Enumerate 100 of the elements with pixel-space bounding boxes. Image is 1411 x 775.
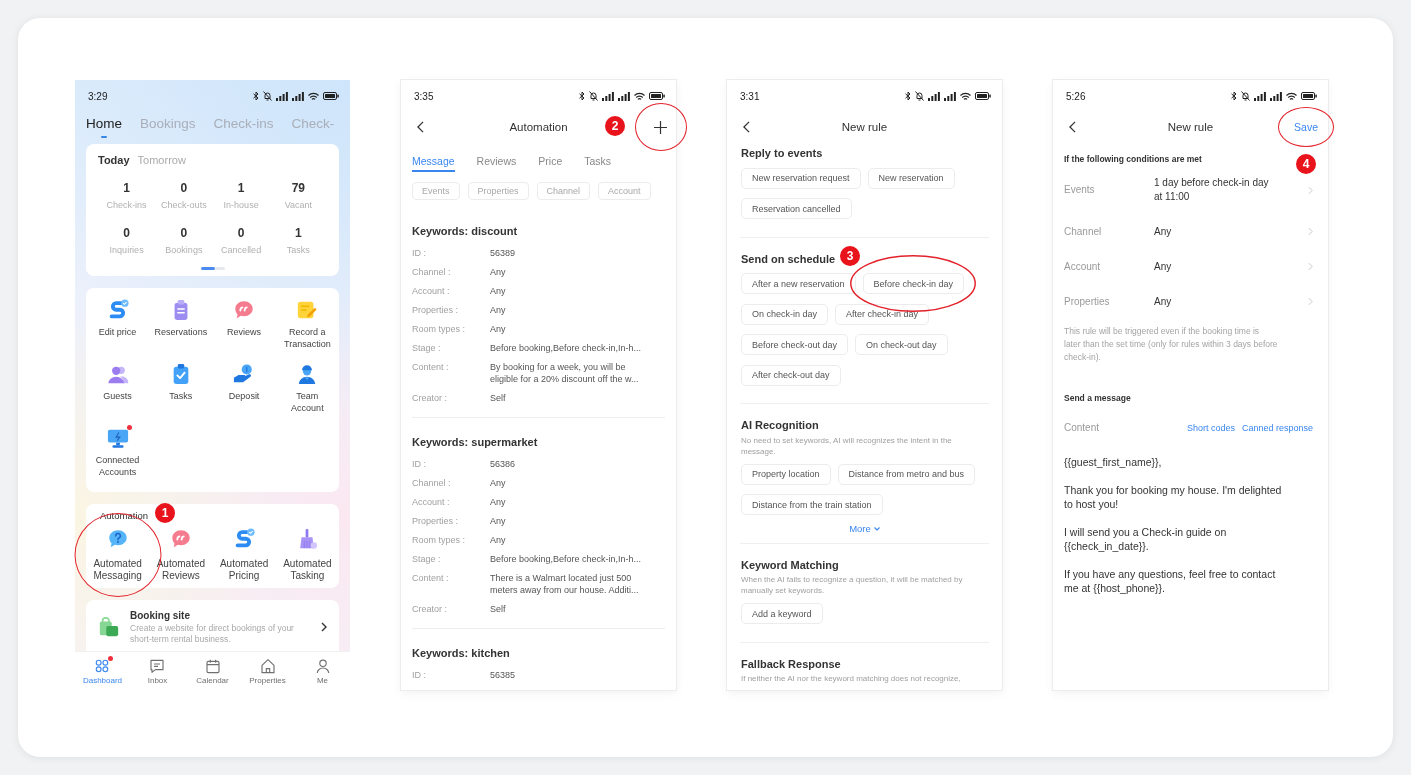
stat-value: 79 xyxy=(291,181,306,195)
condition-value[interactable]: Any xyxy=(1154,259,1172,274)
condition-value[interactable]: Any xyxy=(1154,294,1172,309)
tab[interactable]: Home xyxy=(86,112,122,140)
option-chip[interactable]: Before check-in day xyxy=(862,273,965,294)
monitor-icon xyxy=(106,427,129,449)
option-chip[interactable]: Distance from the train station xyxy=(741,494,883,515)
stat-value: 0 xyxy=(237,226,245,240)
hint-text: This rule will be triggered even if the booking time is later than the set time (only for rules within 3 days before check-in). xyxy=(1064,324,1278,364)
option-chip[interactable]: On check-in day xyxy=(741,303,829,325)
condition-label: Account xyxy=(1064,259,1101,274)
field-label: Content : xyxy=(412,360,449,373)
home-icon xyxy=(259,658,276,674)
option-chip[interactable]: Property location xyxy=(741,463,831,485)
bluetooth-icon xyxy=(579,91,585,101)
shortcut-button[interactable]: Connected Accounts xyxy=(89,427,146,478)
nav-tab[interactable]: Inbox xyxy=(147,658,168,686)
condition-value[interactable]: 1 day before check-in day at 11:00 xyxy=(1154,176,1274,204)
section-title: AI Recognition xyxy=(741,418,819,432)
chevron-right-icon xyxy=(1308,297,1313,306)
booking-site-card[interactable]: Booking site Create a website for direct bookings of your short-term rental business. xyxy=(86,600,339,651)
option-chip[interactable]: Before check-out day xyxy=(741,334,849,355)
rule-title: Keywords: discount xyxy=(412,224,518,238)
field-value: 56386 xyxy=(490,457,516,470)
field-label: ID : xyxy=(412,457,426,470)
field-value: Any xyxy=(490,533,506,546)
shortcut-button[interactable]: Team Account xyxy=(279,363,336,414)
field-label: ID : xyxy=(412,246,426,259)
field-label: Account : xyxy=(412,284,450,297)
wifi-icon xyxy=(634,91,645,101)
nav-tab[interactable]: Calendar xyxy=(196,658,229,686)
back-button[interactable] xyxy=(1069,121,1076,133)
field-label: Channel : xyxy=(412,265,451,278)
automation-button[interactable]: Automated Pricing xyxy=(216,528,273,582)
step-badge: 1 xyxy=(155,503,175,523)
save-button[interactable]: Save xyxy=(1294,120,1318,134)
back-button[interactable] xyxy=(743,121,750,133)
option-chip[interactable]: Distance from metro and bus xyxy=(837,463,976,485)
card-title: Booking site xyxy=(130,610,190,622)
signal-icon xyxy=(292,91,304,101)
automation-button[interactable]: Automated Tasking xyxy=(279,528,336,582)
signal-icon xyxy=(276,91,288,101)
more-link[interactable]: More xyxy=(849,523,880,535)
battery-icon xyxy=(975,92,991,100)
wifi-icon xyxy=(308,91,319,101)
nav-tab[interactable]: Dashboard xyxy=(82,658,123,686)
tab[interactable]: Reviews xyxy=(476,154,517,172)
bluetooth-icon xyxy=(905,91,911,101)
option-chip[interactable]: New reservation request xyxy=(741,167,861,189)
field-value: Self xyxy=(490,391,506,404)
option-chip[interactable]: Reservation cancelled xyxy=(741,198,852,219)
message-field[interactable]: {{guest_first_name}}, Thank you for booking my house. I'm delighted to host you! I will send you a Check-in guide on {{check_in_date}}. If you have any questions, feel free to contact me at {{host_phone}}. xyxy=(1064,455,1286,595)
nav-tab[interactable]: Me xyxy=(314,658,331,686)
shortcut-button[interactable]: Guests xyxy=(89,363,146,414)
condition-label: Properties xyxy=(1064,294,1110,309)
shortcut-button[interactable]: Deposit xyxy=(216,363,273,414)
section-title: Fallback Response xyxy=(741,656,841,671)
question-bubble-icon xyxy=(106,528,129,550)
status-time: 3:29 xyxy=(88,90,108,102)
text-link[interactable]: Canned response xyxy=(1241,421,1313,435)
note-pencil-icon xyxy=(296,299,319,321)
screen-title: Automation xyxy=(509,121,568,133)
mute-icon xyxy=(1241,91,1250,101)
tab[interactable]: Tasks xyxy=(584,154,612,172)
option-chip[interactable]: After check-in day xyxy=(835,303,930,325)
text-link[interactable]: Short codes xyxy=(1186,421,1235,435)
option-chip[interactable]: After a new reservation xyxy=(741,273,856,294)
battery-icon xyxy=(1301,92,1317,100)
section-title: Reply to events xyxy=(741,146,823,160)
field-label: Room types : xyxy=(412,533,466,546)
nav-tab[interactable]: Properties xyxy=(249,658,286,686)
shortcut-button[interactable]: Edit price xyxy=(89,299,146,350)
section-title: Send a message xyxy=(1064,392,1131,405)
wifi-icon xyxy=(960,91,971,101)
add-button[interactable] xyxy=(654,120,667,134)
option-chip[interactable]: Add a keyword xyxy=(741,603,823,624)
stat-value: 1 xyxy=(295,226,302,240)
shortcut-button[interactable]: Reviews xyxy=(216,299,273,350)
field-label: Channel : xyxy=(412,476,451,489)
field-label: Room types : xyxy=(412,322,466,335)
mute-icon xyxy=(589,91,598,101)
tab[interactable]: Price xyxy=(538,154,563,172)
back-button[interactable] xyxy=(417,121,424,133)
automation-button[interactable]: Automated Messaging xyxy=(89,528,146,582)
period-tab[interactable]: Today xyxy=(98,153,130,167)
field-value: By booking for a week, you will be eligible for a 20% discount off the w... xyxy=(490,360,640,385)
bluetooth-icon xyxy=(1231,91,1237,101)
option-chip[interactable]: New reservation xyxy=(867,167,955,189)
shortcut-button[interactable]: Reservations xyxy=(152,299,209,350)
condition-value[interactable]: Any xyxy=(1154,224,1172,239)
field-label: Properties : xyxy=(412,514,459,527)
message-icon xyxy=(149,658,166,674)
stat-value: 1 xyxy=(123,181,130,195)
option-chip[interactable]: On check-out day xyxy=(855,334,948,355)
tab[interactable]: Message xyxy=(412,154,455,172)
option-chip[interactable]: After check-out day xyxy=(741,364,841,386)
shortcut-button[interactable]: Record a Transaction xyxy=(279,299,336,350)
stat-label: Check-outs xyxy=(161,199,207,211)
field-label: Creator : xyxy=(412,602,447,615)
shortcut-button[interactable]: Tasks xyxy=(152,363,209,414)
